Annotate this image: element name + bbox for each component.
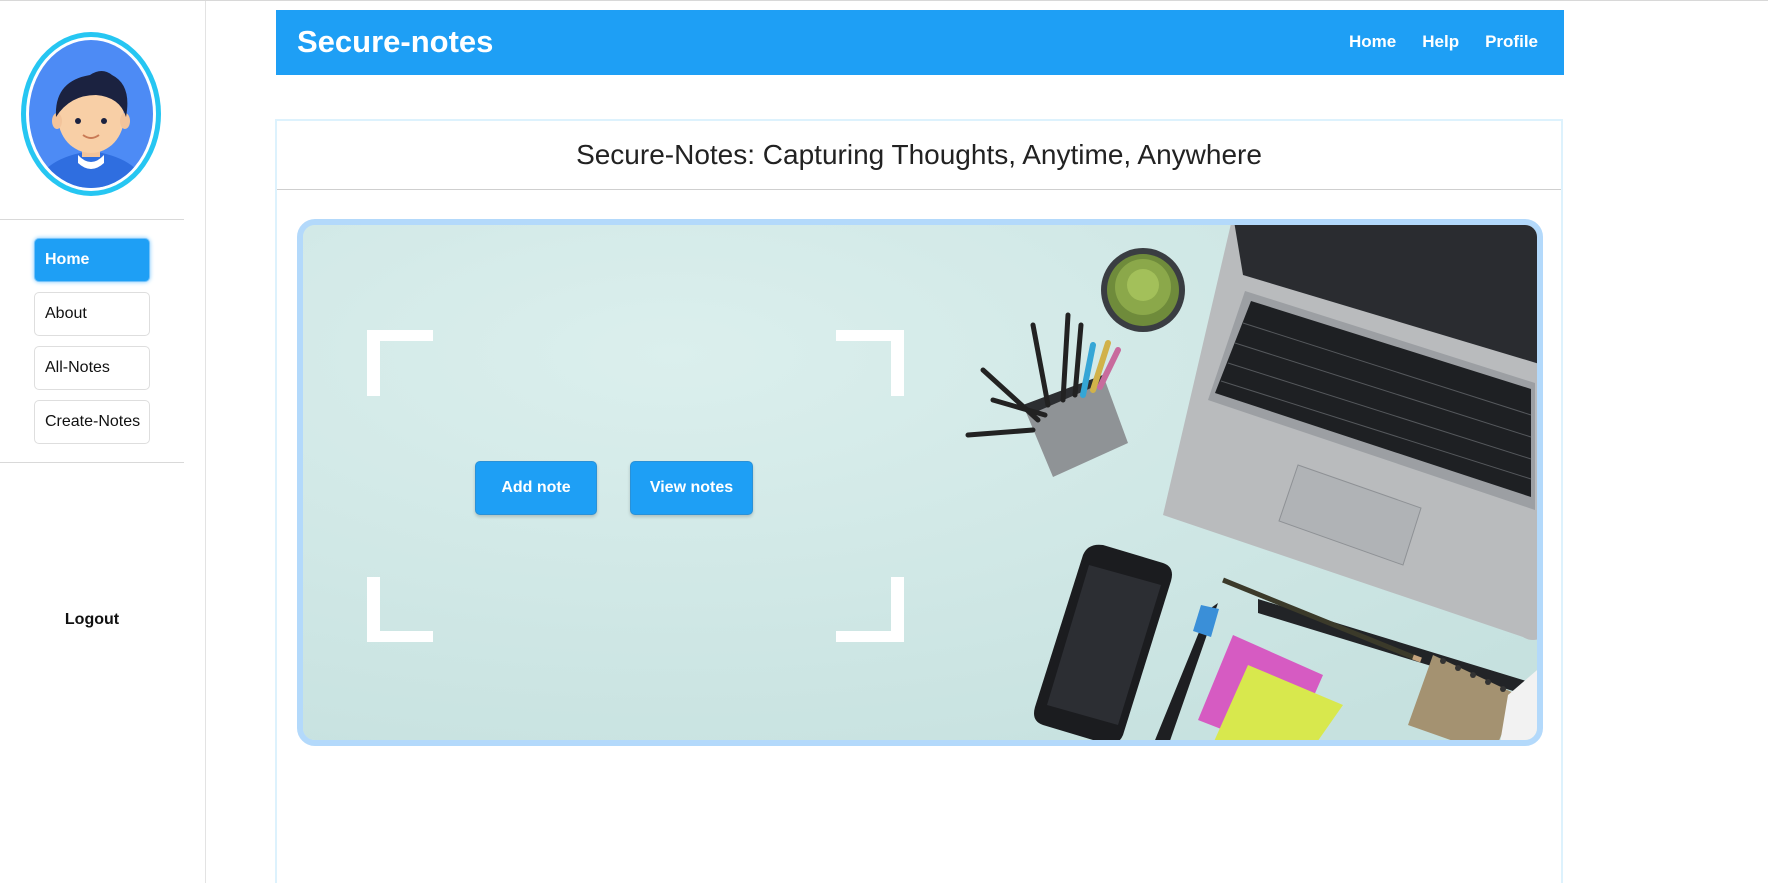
- view-notes-button[interactable]: View notes: [630, 461, 753, 515]
- add-note-button[interactable]: Add note: [475, 461, 597, 515]
- app-title[interactable]: Secure-notes: [297, 24, 493, 60]
- nav-profile-link[interactable]: Profile: [1485, 32, 1538, 52]
- sidebar-item-all-notes[interactable]: All-Notes: [34, 346, 150, 390]
- nav-help-link[interactable]: Help: [1422, 32, 1459, 52]
- sidebar: Home About All-Notes Create-Notes Logout: [0, 1, 206, 883]
- hero-banner: Add note View notes: [297, 219, 1543, 746]
- sidebar-item-home[interactable]: Home: [34, 238, 150, 282]
- page-title: Secure-Notes: Capturing Thoughts, Anytim…: [576, 139, 1262, 170]
- top-nav: Home Help Profile: [1349, 32, 1538, 52]
- sidebar-nav: Home About All-Notes Create-Notes: [34, 238, 150, 454]
- main-card: Secure-Notes: Capturing Thoughts, Anytim…: [275, 119, 1563, 883]
- logout-link[interactable]: Logout: [0, 611, 184, 629]
- cactus: [1101, 248, 1185, 332]
- card-header: Secure-Notes: Capturing Thoughts, Anytim…: [277, 121, 1561, 190]
- top-navbar: Secure-notes Home Help Profile: [276, 10, 1564, 75]
- sidebar-item-create-notes[interactable]: Create-Notes: [34, 400, 150, 444]
- user-avatar[interactable]: [20, 31, 162, 197]
- sidebar-item-about[interactable]: About: [34, 292, 150, 336]
- nav-home-link[interactable]: Home: [1349, 32, 1396, 52]
- top-border: [0, 0, 1768, 1]
- sidebar-divider: [0, 219, 184, 220]
- sidebar-divider: [0, 462, 184, 463]
